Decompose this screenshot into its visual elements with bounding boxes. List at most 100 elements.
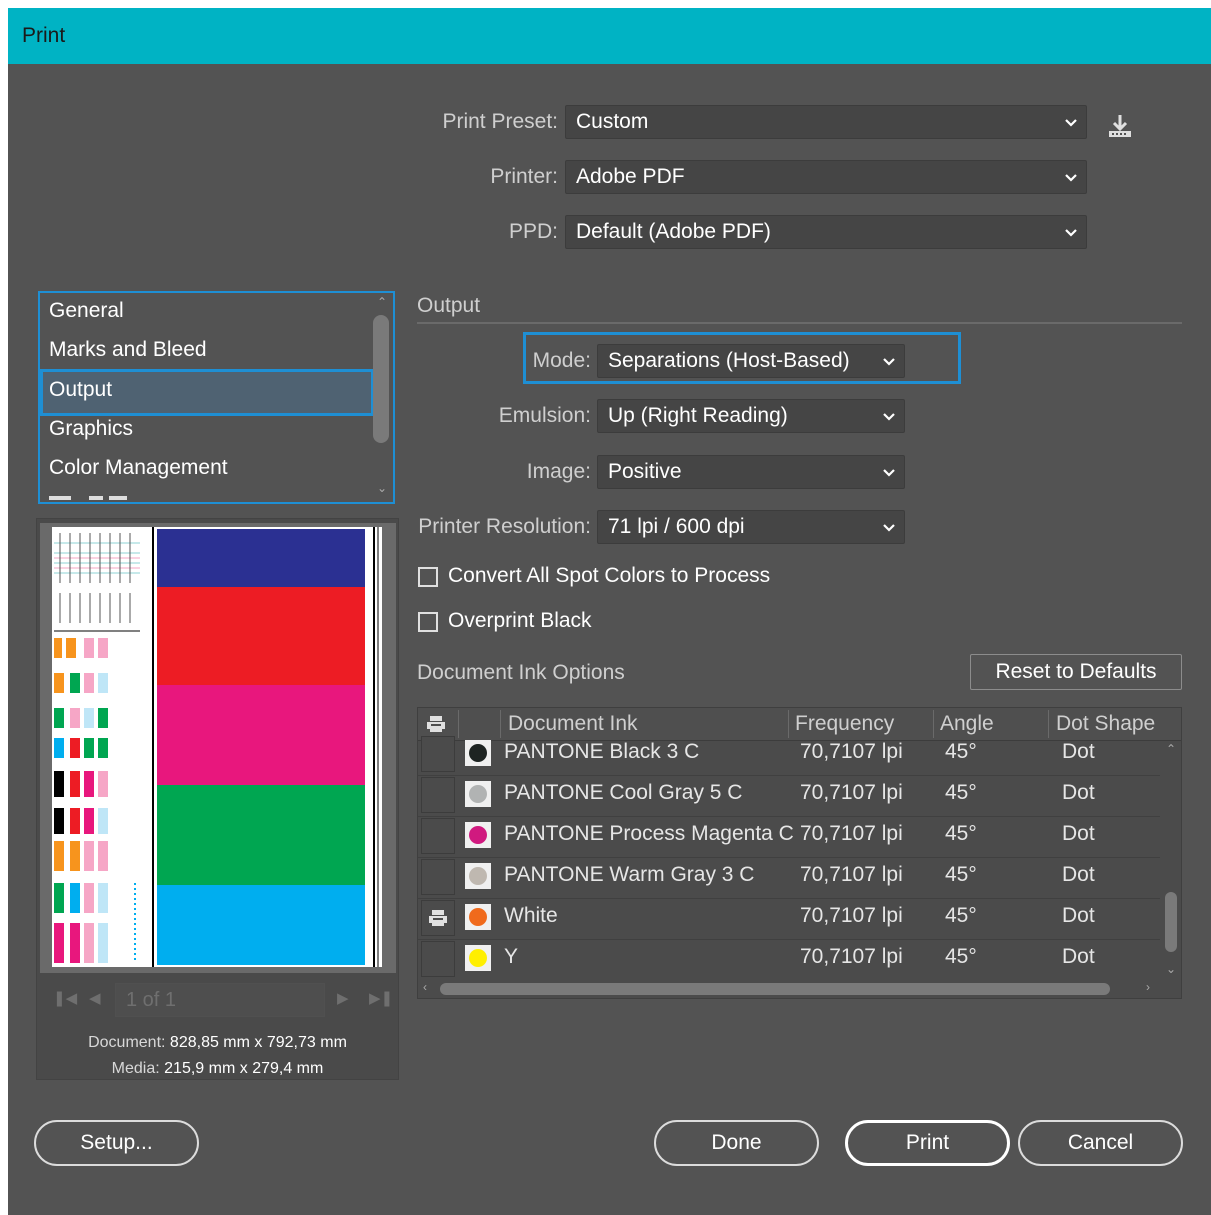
- reset-to-defaults-button[interactable]: Reset to Defaults: [970, 654, 1182, 690]
- scroll-right-icon[interactable]: ›: [1146, 980, 1150, 994]
- save-preset-icon[interactable]: [1106, 112, 1134, 140]
- ink-dot-shape: Dot: [1062, 945, 1095, 968]
- ink-frequency: 70,7107 lpi: [800, 945, 903, 968]
- print-preset-select[interactable]: Custom: [565, 105, 1087, 139]
- print-toggle-cell[interactable]: [421, 900, 455, 936]
- ink-row[interactable]: PANTONE Warm Gray 3 C 70,7107 lpi 45° Dot: [418, 857, 1160, 899]
- mode-select[interactable]: Separations (Host-Based): [597, 344, 905, 378]
- scroll-thumb[interactable]: [1165, 892, 1177, 952]
- done-button[interactable]: Done: [654, 1120, 819, 1166]
- ink-frequency: 70,7107 lpi: [800, 740, 903, 763]
- ink-color-swatch: [465, 945, 491, 971]
- category-item-general[interactable]: General: [49, 299, 124, 323]
- ink-angle: 45°: [945, 904, 977, 927]
- ink-name: Y: [504, 945, 519, 968]
- ink-dot-shape: Dot: [1062, 822, 1095, 845]
- scroll-left-icon[interactable]: ‹: [423, 980, 427, 994]
- header-dot-shape[interactable]: Dot Shape: [1056, 712, 1155, 736]
- media-size-value: 215,9 mm x 279,4 mm: [164, 1060, 324, 1077]
- media-size-label: Media:: [111, 1060, 160, 1077]
- ink-angle: 45°: [945, 945, 977, 968]
- overprint-black-checkbox[interactable]: [418, 612, 438, 632]
- chevron-down-icon: [882, 462, 896, 482]
- print-toggle-cell[interactable]: [421, 941, 455, 977]
- last-page-icon[interactable]: ▶❚: [369, 989, 393, 1007]
- ink-dot-shape: Dot: [1062, 781, 1095, 804]
- setup-button[interactable]: Setup...: [34, 1120, 199, 1166]
- header-frequency[interactable]: Frequency: [795, 712, 894, 736]
- printer-resolution-value: 71 lpi / 600 dpi: [608, 515, 745, 538]
- ink-row[interactable]: PANTONE Cool Gray 5 C 70,7107 lpi 45° Dot: [418, 775, 1160, 817]
- print-button[interactable]: Print: [845, 1120, 1010, 1166]
- ink-color-swatch: [465, 740, 491, 766]
- ink-frequency: 70,7107 lpi: [800, 781, 903, 804]
- ppd-value: Default (Adobe PDF): [576, 220, 771, 243]
- ink-row[interactable]: PANTONE Black 3 C 70,7107 lpi 45° Dot: [418, 734, 1160, 776]
- printer-label: Printer:: [490, 165, 558, 188]
- printer-select[interactable]: Adobe PDF: [565, 160, 1087, 194]
- emulsion-select[interactable]: Up (Right Reading): [597, 399, 905, 433]
- printer-icon: [428, 908, 448, 933]
- ink-color-swatch: [465, 822, 491, 848]
- category-list[interactable]: General Marks and Bleed Output Graphics …: [38, 291, 395, 504]
- ppd-label: PPD:: [508, 220, 558, 243]
- scroll-down-icon[interactable]: ⌄: [1166, 962, 1176, 976]
- ink-row[interactable]: Y 70,7107 lpi 45° Dot: [418, 939, 1160, 981]
- first-page-icon[interactable]: ❚◀: [53, 989, 77, 1007]
- chevron-down-icon: [1064, 112, 1078, 132]
- scroll-up-icon[interactable]: ⌃: [377, 295, 387, 309]
- category-item-graphics[interactable]: Graphics: [49, 417, 133, 441]
- scroll-up-icon[interactable]: ⌃: [1166, 742, 1176, 756]
- print-preset-label: Print Preset:: [442, 110, 558, 133]
- ink-name: PANTONE Process Magenta C: [504, 822, 794, 845]
- ink-table-vertical-scrollbar[interactable]: ⌃ ⌄: [1161, 742, 1181, 982]
- ink-angle: 45°: [945, 822, 977, 845]
- print-toggle-cell[interactable]: [421, 818, 455, 854]
- header-document-ink[interactable]: Document Ink: [508, 712, 638, 736]
- ink-row[interactable]: White 70,7107 lpi 45° Dot: [418, 898, 1160, 940]
- convert-spot-colors-checkbox[interactable]: [418, 567, 438, 587]
- print-preset-value: Custom: [576, 110, 649, 133]
- ink-table: Document Ink Frequency Angle Dot Shape P…: [417, 707, 1182, 999]
- emulsion-label: Emulsion:: [498, 404, 591, 427]
- preview-artwork: [52, 527, 382, 967]
- next-page-icon[interactable]: ▶: [337, 989, 349, 1007]
- page-number-field[interactable]: 1 of 1: [115, 983, 325, 1017]
- preview-canvas: [40, 523, 396, 973]
- ink-row[interactable]: PANTONE Process Magenta C 70,7107 lpi 45° D…: [418, 816, 1160, 858]
- overprint-black-label: Overprint Black: [448, 609, 592, 632]
- mode-label: Mode:: [532, 349, 591, 372]
- ink-color-swatch: [465, 781, 491, 807]
- output-section-divider: [417, 322, 1182, 324]
- ink-color-swatch: [465, 863, 491, 889]
- image-select[interactable]: Positive: [597, 455, 905, 489]
- category-item-color-management[interactable]: Color Management: [49, 456, 228, 480]
- image-label: Image:: [526, 460, 591, 483]
- printer-resolution-label: Printer Resolution:: [418, 515, 591, 538]
- cancel-button[interactable]: Cancel: [1018, 1120, 1183, 1166]
- ink-angle: 45°: [945, 863, 977, 886]
- ink-name: White: [504, 904, 558, 927]
- previous-page-icon[interactable]: ◀: [89, 989, 101, 1007]
- ppd-select[interactable]: Default (Adobe PDF): [565, 215, 1087, 249]
- ink-name: PANTONE Cool Gray 5 C: [504, 781, 743, 804]
- mode-value: Separations (Host-Based): [608, 349, 850, 372]
- ink-dot-shape: Dot: [1062, 740, 1095, 763]
- window-title: Print: [22, 24, 66, 47]
- page-indicator: 1 of 1: [126, 989, 177, 1011]
- category-item-partial: [49, 496, 139, 502]
- print-toggle-cell[interactable]: [421, 777, 455, 813]
- category-item-marks-and-bleed[interactable]: Marks and Bleed: [49, 338, 207, 362]
- category-item-output[interactable]: Output: [49, 378, 112, 402]
- scroll-thumb[interactable]: [440, 983, 1110, 995]
- chevron-down-icon: [882, 351, 896, 371]
- header-angle[interactable]: Angle: [940, 712, 994, 736]
- print-toggle-cell[interactable]: [421, 859, 455, 895]
- printer-resolution-select[interactable]: 71 lpi / 600 dpi: [597, 510, 905, 544]
- category-list-scrollbar[interactable]: [373, 315, 389, 443]
- emulsion-value: Up (Right Reading): [608, 404, 788, 427]
- print-toggle-cell[interactable]: [421, 736, 455, 772]
- ink-table-horizontal-scrollbar[interactable]: ‹ ›: [418, 980, 1181, 998]
- ink-frequency: 70,7107 lpi: [800, 822, 903, 845]
- scroll-down-icon[interactable]: ⌄: [377, 481, 387, 495]
